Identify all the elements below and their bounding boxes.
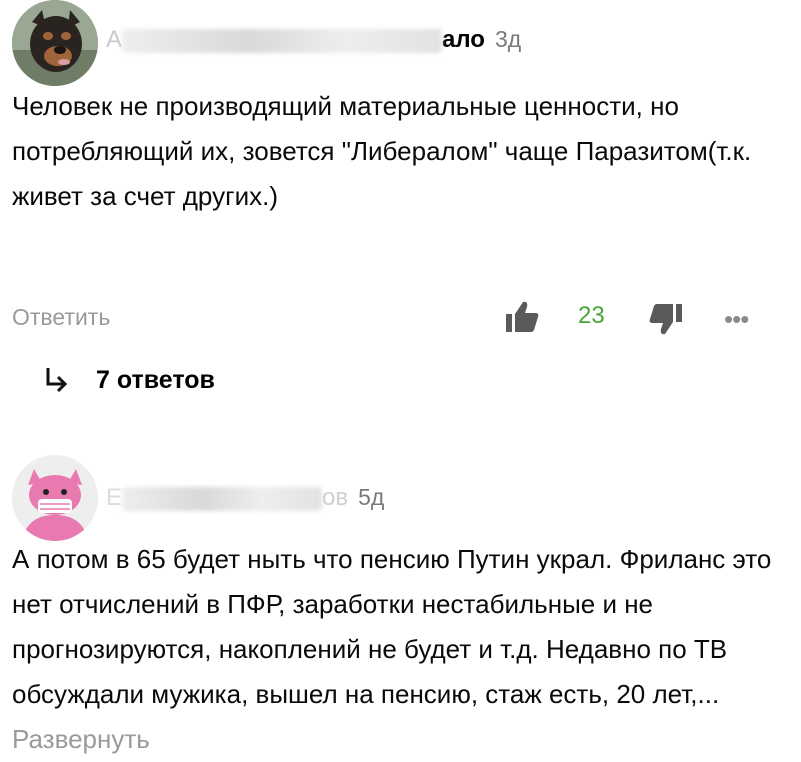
reply-button[interactable]: Ответить [12,304,110,331]
replies-count-label: 7 ответов [96,366,215,394]
author-avatar-dog[interactable] [12,0,98,86]
expand-button[interactable]: Развернуть [12,724,150,754]
reply-arrow-icon [46,368,68,393]
comment-time: 5д [358,484,385,510]
author-name-prefix: Е [106,484,123,511]
comment-text: А потом в 65 будет ныть что пенсию Путин… [12,537,772,762]
author-name-visible: ало [442,26,485,53]
comment-actions: Ответить 23 ••• [0,296,801,344]
thumb-down-icon[interactable] [648,302,684,338]
comment-1: Аало 3д Человек не производящий материаль… [0,0,801,420]
thumb-up-icon[interactable] [504,298,540,334]
author-name-obscured [122,28,443,53]
like-count: 23 [578,302,605,329]
author-name[interactable]: Аало 3д [106,26,521,54]
comment-time: 3д [494,26,522,52]
author-name-prefix: А [106,26,123,53]
comment-text-body: А потом в 65 будет ныть что пенсию Путин… [12,544,772,709]
more-dots-icon[interactable]: ••• [724,304,749,335]
author-name-obscured [122,486,323,511]
comment-text: Человек не производящий материальные цен… [12,91,752,211]
author-name-visible: ов [322,484,349,511]
dog-avatar-image [12,0,98,86]
comment-2: Еов 5д А потом в 65 будет ныть что пенсию… [0,455,801,761]
cat-mask-avatar-image [12,455,98,541]
author-name[interactable]: Еов 5д [106,484,384,512]
author-avatar-cat[interactable] [12,455,98,541]
